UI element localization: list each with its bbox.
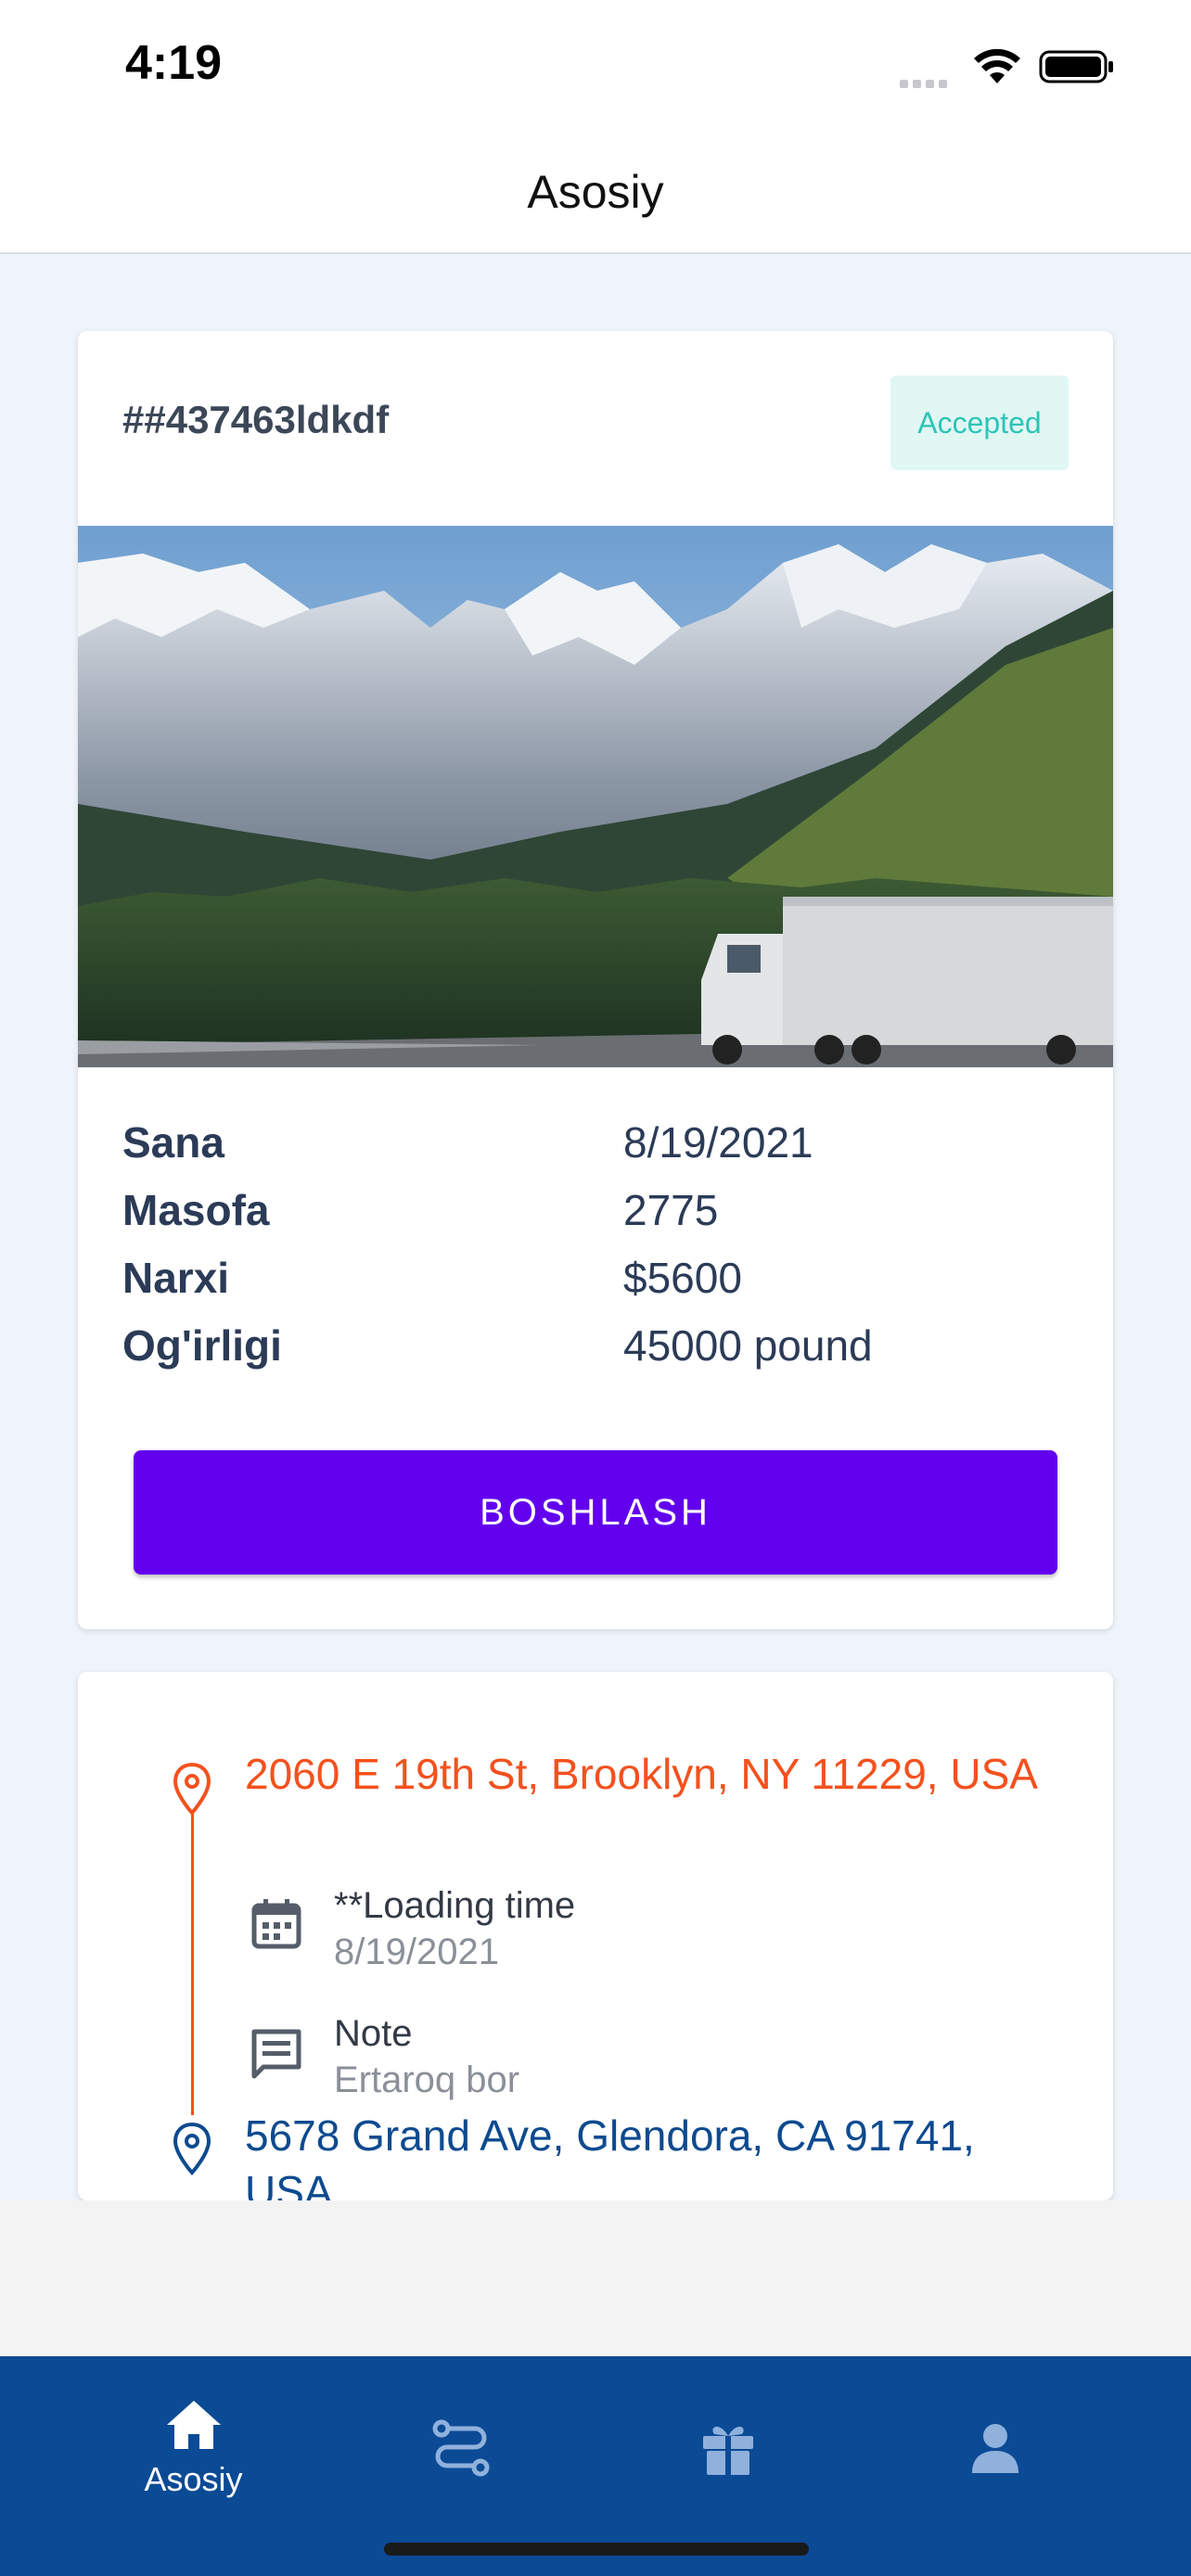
detail-label: Narxi <box>122 1254 230 1302</box>
cellular-signal-icon <box>900 76 952 93</box>
home-icon <box>167 2401 221 2449</box>
tab-profile[interactable] <box>846 2356 1144 2576</box>
mountain-road-truck-image <box>78 526 1113 1067</box>
order-id: ##437463ldkdf <box>122 398 390 441</box>
home-indicator <box>384 2543 809 2556</box>
route-icon <box>432 2419 490 2477</box>
wifi-icon <box>974 48 1020 83</box>
detail-row-date: Sana 8/19/2021 <box>122 1117 1069 1185</box>
detail-value: $5600 <box>623 1254 742 1302</box>
detail-label: Sana <box>122 1118 224 1167</box>
detail-label: Og'irligi <box>122 1321 282 1370</box>
order-details: Sana 8/19/2021 Masofa 2775 Narxi $5600 O… <box>122 1117 1069 1388</box>
loading-time-value: 8/19/2021 <box>334 1932 499 1972</box>
person-icon <box>972 2424 1018 2473</box>
detail-row-price: Narxi $5600 <box>122 1253 1069 1320</box>
detail-value: 8/19/2021 <box>623 1118 813 1167</box>
tab-home[interactable]: Asosiy <box>45 2356 342 2576</box>
start-button[interactable]: BOSHLASH <box>134 1450 1057 1575</box>
destination-pin-icon <box>173 2122 211 2175</box>
origin-address: 2060 E 19th St, Brooklyn, NY 11229, USA <box>245 1750 1038 1798</box>
route-line <box>191 1772 194 2115</box>
detail-value: 2775 <box>623 1186 719 1234</box>
loading-time-label: **Loading time <box>334 1885 576 1926</box>
navigation-bar: Asosiy <box>0 130 1191 254</box>
origin-pin-icon <box>173 1762 211 1816</box>
detail-row-distance: Masofa 2775 <box>122 1185 1069 1253</box>
order-card[interactable]: ##437463ldkdf Accepted Sana 8/19/2021 Ma… <box>78 331 1113 1629</box>
page-title: Asosiy <box>527 166 664 218</box>
battery-icon <box>1039 50 1113 83</box>
detail-row-weight: Og'irligi 45000 pound <box>122 1320 1069 1388</box>
gift-icon <box>703 2426 753 2475</box>
content-bottom-area <box>0 2200 1191 2356</box>
destination-address: 5678 Grand Ave, Glendora, CA 91741, USA <box>245 2111 975 2200</box>
message-icon <box>251 2029 301 2079</box>
detail-label: Masofa <box>122 1186 270 1234</box>
status-bar: 4:19 <box>0 0 1191 130</box>
note-label: Note <box>334 2013 413 2054</box>
detail-value: 45000 pound <box>623 1321 873 1370</box>
status-time: 4:19 <box>125 36 223 90</box>
route-card[interactable]: 2060 E 19th St, Brooklyn, NY 11229, USA … <box>78 1672 1113 2200</box>
status-badge: Accepted <box>890 376 1069 470</box>
tab-label: Asosiy <box>144 2460 243 2498</box>
calendar-icon <box>251 1899 301 1949</box>
note-value: Ertaroq bor <box>334 2060 520 2100</box>
